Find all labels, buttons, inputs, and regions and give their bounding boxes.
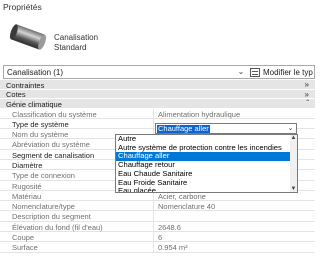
property-value: Nomenclature 40 [158,202,216,212]
dropdown-scrollbar[interactable]: ▲ ▼ [290,135,297,192]
property-label: Diamètre [12,160,43,170]
property-value-cell[interactable] [153,211,315,221]
property-label: Classification du système [12,109,97,119]
group-label: Contraintes [6,80,45,90]
property-value: Alimentation hydraulique [158,109,241,119]
pipe-icon [9,24,47,50]
property-row[interactable]: Nomenclature/type Nomenclature 40 [0,201,315,212]
edit-type-button[interactable]: Modifier le typ [250,66,313,78]
property-label: Matériau [12,191,42,201]
family-name: Canalisation [54,33,99,42]
system-type-value: Chauffage aller [157,124,210,133]
scroll-down-icon[interactable]: ▼ [290,186,297,192]
property-value-cell[interactable]: 0.954 m² [153,242,315,253]
type-label: Standard [54,43,87,52]
type-preview: Canalisation Standard [0,15,315,61]
group-label: Cotes [6,90,26,99]
property-value-cell[interactable]: Alimentation hydraulique [153,108,315,119]
property-label: Nomenclature/type [12,202,75,212]
panel-title: Propriétés [3,2,42,12]
property-row[interactable]: Surface 0.954 m² [0,242,315,253]
property-label: Coupe [12,233,35,243]
edit-type-icon [250,67,260,77]
expand-icon[interactable]: » [305,90,309,99]
property-label: Rugosité [12,181,42,191]
property-row[interactable]: Coupe 6 [0,232,315,243]
property-label: Description du segment [12,212,91,222]
property-value-cell[interactable]: Nomenclature 40 [153,201,315,212]
group-contraintes[interactable]: Contraintes » [0,80,315,90]
edit-type-label: Modifier le typ [263,67,313,77]
property-row[interactable]: Description du segment [0,211,315,222]
system-type-combo[interactable]: Chauffage aller ⌄ [155,123,297,134]
property-value: 2648.6 [158,222,181,232]
property-label: Segment de canalisation [12,150,95,160]
chevron-down-icon[interactable]: ⌄ [235,66,247,78]
property-value-cell[interactable]: 2648.6 [153,221,315,232]
property-value: 0.954 m² [158,243,188,253]
property-value-cell[interactable]: 6 [153,232,315,243]
property-value: Acier, carbone [158,191,206,201]
chevron-down-icon[interactable]: ⌄ [285,124,296,133]
system-type-dropdown[interactable]: Autre Autre système de protection contre … [115,134,298,193]
group-genie-climatique[interactable]: Génie climatique ˆ [0,99,315,109]
property-label: Élévation du fond (fil d'eau) [12,222,103,232]
property-label: Abréviation du système [12,140,90,150]
collapse-icon[interactable]: ˆ [306,99,309,108]
group-label: Génie climatique [6,99,62,109]
group-cotes[interactable]: Cotes » [0,89,315,99]
instance-selector[interactable]: Canalisation (1) ⌄ Modifier le typ [3,65,315,79]
property-label: Nom du système [12,130,69,140]
expand-icon[interactable]: » [305,80,309,89]
property-value: 6 [158,233,163,243]
property-row[interactable]: Classification du système Alimentation hy… [0,108,315,119]
type-name: Canalisation Standard [54,33,98,53]
property-label: Surface [12,243,38,253]
property-label: Type de système [12,119,69,129]
scroll-up-icon[interactable]: ▲ [290,135,297,141]
property-row[interactable]: Élévation du fond (fil d'eau) 2648.6 [0,221,315,233]
selector-label: Canalisation (1) [7,68,64,77]
property-label: Type de connexion [12,171,75,181]
dropdown-option[interactable]: Eau glacée [116,186,291,192]
